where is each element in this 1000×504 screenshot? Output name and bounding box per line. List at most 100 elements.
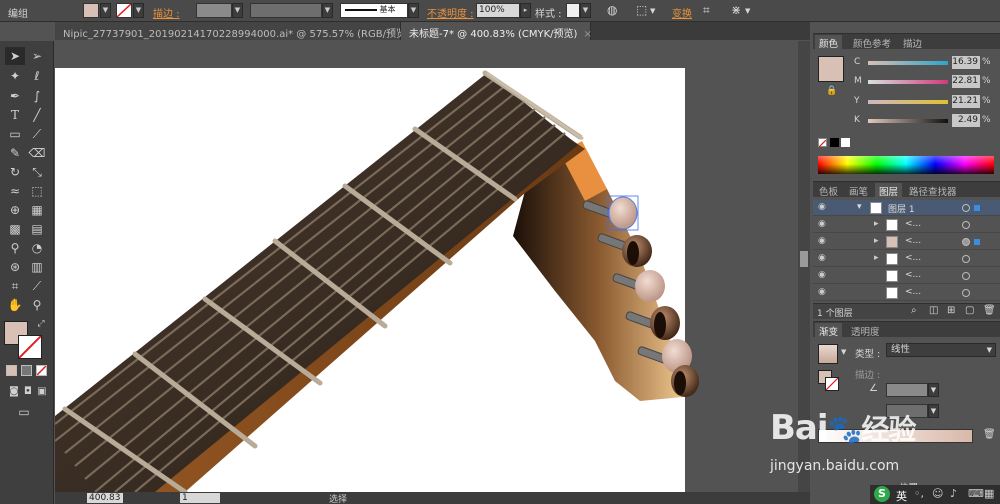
chevron-right-icon[interactable]: ▸ [874,236,879,246]
symbol-sprayer-icon[interactable]: ⊛ [5,258,25,276]
scroll-thumb[interactable] [800,251,808,267]
pencil-icon[interactable]: ✎ [5,144,25,162]
yellow-slider[interactable]: Y 21.21 % [813,95,1000,111]
eye-icon[interactable]: ◉ [818,220,830,229]
eye-icon[interactable]: ◉ [818,288,830,297]
chevron-down-icon[interactable]: ▾ [857,202,862,212]
guitar-artwork[interactable] [55,41,798,492]
stroke-color-box[interactable] [18,335,42,359]
locate-object-icon[interactable]: ⌕ [911,305,917,316]
sublayer-name[interactable]: <... [905,287,921,297]
free-transform-icon[interactable]: ⬚ [27,182,47,200]
stroke-weight-dropdown[interactable]: ▼ [232,3,243,18]
new-layer-icon[interactable]: ▢ [965,305,974,316]
trash-icon[interactable]: 🗑 [983,305,996,316]
opacity-label[interactable]: 不透明度 : [427,5,474,20]
stroke-dropdown[interactable]: ▼ [133,3,144,18]
recolor-icon[interactable]: ◍ [607,3,617,17]
black-slider[interactable]: K 2.49 % [813,114,1000,130]
tab-untitled-7[interactable]: 未标题-7* @ 400.83% (CMYK/预览) × [401,22,592,40]
tab-nipic[interactable]: Nipic_27737901_20190214170228994000.ai* … [55,22,424,40]
magenta-slider[interactable]: M 22.81 % [813,75,1000,91]
yellow-value[interactable]: 21.21 [952,95,980,108]
none-mode-icon[interactable] [36,365,47,376]
blend-tool-icon[interactable]: ◔ [27,239,47,257]
sublayer-name[interactable]: <... [905,253,921,263]
color-mode-icon[interactable] [6,365,17,376]
black-swatch[interactable] [830,138,839,147]
trash-icon[interactable]: 🗑 [983,429,996,440]
swap-fill-stroke-icon[interactable]: ⤢ [34,315,48,333]
rectangle-tool-icon[interactable]: ▭ [5,125,25,143]
rotate-tool-icon[interactable]: ↻ [5,163,25,181]
pen-tool-icon[interactable]: ✒ [5,87,25,105]
tab-gradient[interactable]: 渐变 [815,323,843,338]
keyboard-icon[interactable]: ⌨ [968,487,984,500]
page-field[interactable]: 1 [180,493,220,503]
lasso-icon[interactable]: ℓ [27,67,47,85]
aspect-ratio-dropdown[interactable]: ▼ [928,404,939,418]
sublayer-row[interactable]: ◉ <... [813,285,1000,301]
tab-transparency[interactable]: 透明度 [847,323,884,338]
punctuation-icon[interactable]: ◦, [914,487,924,500]
magenta-value[interactable]: 22.81 [952,75,980,88]
warp-tool-icon[interactable]: ≈ [5,182,25,200]
tab-swatches[interactable]: 色板 [815,183,842,198]
fill-swatch[interactable] [83,3,99,18]
gradient-mode-icon[interactable] [21,365,32,376]
arrange-icon[interactable]: ⋇ [731,3,741,17]
mesh-tool-icon[interactable]: ▩ [5,220,25,238]
eye-icon[interactable]: ◉ [818,203,830,212]
opacity-dropdown[interactable]: ▸ [520,3,531,18]
tab-brushes[interactable]: 画笔 [845,183,872,198]
layer-row[interactable]: ◉ ▾ 图层 1 [813,200,1000,216]
selection-tool-icon[interactable]: ➤ [5,47,25,65]
type-tool-icon[interactable]: T [5,106,25,124]
gradient-dropdown-icon[interactable]: ▼ [841,348,846,356]
sublayer-row[interactable]: ◉ ▸ <... [813,234,1000,250]
target-icon[interactable] [962,289,970,297]
target-icon[interactable] [962,255,970,263]
cyan-slider[interactable]: C 16.39 % [813,56,1000,72]
stroke-swatch[interactable] [116,3,132,18]
zoom-tool-icon[interactable]: ⚲ [27,296,47,314]
mic-icon[interactable]: ♪ [950,487,957,500]
eye-icon[interactable]: ◉ [818,271,830,280]
none-swatch[interactable] [818,138,827,148]
isolate-icon[interactable]: ⌗ [703,3,710,18]
column-graph-icon[interactable]: ▥ [27,258,47,276]
target-icon[interactable] [962,204,970,212]
target-icon[interactable] [962,238,970,246]
gradient-preview[interactable] [818,344,838,364]
sublayer-row[interactable]: ◉ ▸ <... [813,251,1000,267]
graphic-style-dropdown[interactable]: ▼ [580,3,591,18]
variable-width-dropdown[interactable]: ▼ [322,3,333,18]
align-icon[interactable]: ⬚ [636,3,647,17]
selection-square-icon[interactable] [974,205,980,211]
artboard-tool-icon[interactable]: ⌗ [5,277,25,295]
apps-icon[interactable]: ▦ [984,487,994,500]
perspective-grid-icon[interactable]: ▦ [27,201,47,219]
tab-color[interactable]: 颜色 [815,35,843,50]
fill-dropdown[interactable]: ▼ [100,3,111,18]
graphic-style-swatch[interactable] [566,3,580,18]
layer-name[interactable]: 图层 1 [888,202,915,215]
chevron-right-icon[interactable]: ▸ [874,253,879,263]
magic-wand-icon[interactable]: ✦ [5,67,25,85]
sogou-icon[interactable]: S [874,486,890,502]
scale-tool-icon[interactable]: ⤡ [27,163,47,181]
tab-stroke[interactable]: 描边 [899,35,926,50]
canvas-area[interactable] [55,41,798,492]
emoji-icon[interactable]: ☺ [932,487,943,500]
eye-icon[interactable]: ◉ [818,254,830,263]
sublayer-name[interactable]: <... [905,270,921,280]
draw-inside-icon[interactable]: ▣ [32,383,52,401]
hand-tool-icon[interactable]: ✋ [5,296,25,314]
ime-language-label[interactable]: 英 [896,488,907,504]
black-value[interactable]: 2.49 [952,114,980,127]
sublayer-row[interactable]: ◉ <... [813,268,1000,284]
line-tool-icon[interactable]: ╱ [27,106,47,124]
close-icon[interactable]: × [583,29,591,40]
eye-icon[interactable]: ◉ [818,237,830,246]
brush-definition-field[interactable]: 基本 [340,3,408,18]
